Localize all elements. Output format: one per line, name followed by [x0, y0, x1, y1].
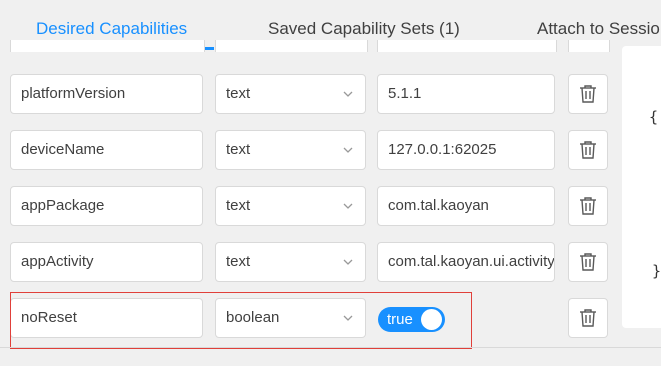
trash-icon [580, 253, 596, 271]
delete-capability-button[interactable] [568, 130, 608, 170]
capability-row-app-activity: appActivity text com.tal.kaoyan.ui.activ… [0, 242, 620, 286]
delete-capability-button[interactable] [568, 74, 608, 114]
divider [0, 347, 661, 348]
capability-name-field[interactable]: platformVersion [10, 74, 203, 114]
capability-type-select[interactable]: text [215, 186, 366, 226]
clipped-value-field[interactable] [377, 40, 557, 52]
chevron-down-icon [343, 259, 353, 265]
capability-type-label: text [226, 197, 251, 214]
trash-icon [580, 85, 596, 103]
capability-row-platform-version: platformVersion text 5.1.1 [0, 74, 620, 118]
capability-type-label: text [226, 253, 251, 270]
capability-row-device-name: deviceName text 127.0.0.1:62025 [0, 130, 620, 174]
clipped-delete-button[interactable] [568, 40, 610, 52]
capability-type-label: text [226, 85, 251, 102]
capability-value-field[interactable]: com.tal.kaoyan.ui.activity [377, 242, 555, 282]
chevron-down-icon [343, 91, 353, 97]
delete-capability-button[interactable] [568, 298, 608, 338]
trash-icon [580, 141, 596, 159]
clipped-name-field[interactable] [10, 40, 205, 52]
highlight-annotation [10, 292, 472, 349]
capability-value-field[interactable]: com.tal.kaoyan [377, 186, 555, 226]
capability-name-field[interactable]: deviceName [10, 130, 203, 170]
delete-capability-button[interactable] [568, 242, 608, 282]
delete-capability-button[interactable] [568, 186, 608, 226]
chevron-down-icon [343, 203, 353, 209]
capability-value-field[interactable]: 5.1.1 [377, 74, 555, 114]
json-open-brace: { [649, 108, 659, 126]
capability-value-field[interactable]: 127.0.0.1:62025 [377, 130, 555, 170]
capability-name-field[interactable]: appActivity [10, 242, 203, 282]
chevron-down-icon [343, 147, 353, 153]
capability-type-select[interactable]: text [215, 74, 366, 114]
capability-name-field[interactable]: appPackage [10, 186, 203, 226]
capability-type-label: text [226, 141, 251, 158]
clipped-type-field[interactable] [215, 40, 368, 52]
json-preview-panel: { } [622, 46, 661, 328]
capability-type-select[interactable]: text [215, 130, 366, 170]
capability-row-app-package: appPackage text com.tal.kaoyan [0, 186, 620, 230]
json-close-brace: } [652, 262, 661, 280]
capability-type-select[interactable]: text [215, 242, 366, 282]
tab-bar: Desired Capabilities Saved Capability Se… [0, 0, 661, 52]
trash-icon [580, 197, 596, 215]
trash-icon [580, 309, 596, 327]
